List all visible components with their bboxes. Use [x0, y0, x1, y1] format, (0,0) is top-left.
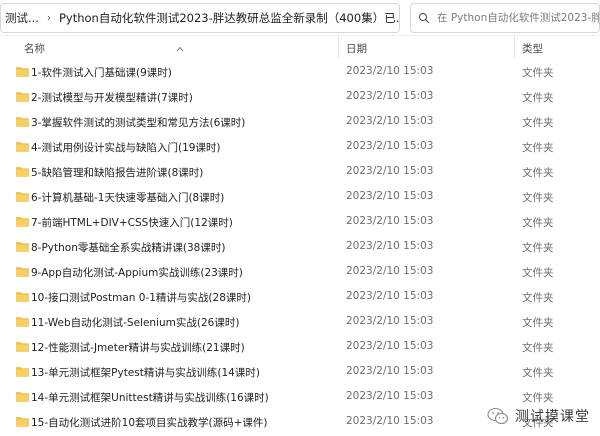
folder-icon — [16, 142, 29, 152]
folder-icon — [16, 392, 29, 402]
column-divider[interactable] — [514, 36, 515, 58]
search-input[interactable] — [437, 12, 599, 24]
file-type: 文件夹 — [522, 317, 554, 329]
folder-icon — [16, 267, 29, 277]
folder-icon — [16, 192, 29, 202]
file-name: 9-App自动化测试-Appium实战训练(23课时) — [31, 267, 243, 279]
list-item[interactable]: 10-接口测试Postman 0-1精讲与实战(28课时) 2023/2/10 … — [0, 285, 600, 310]
file-type: 文件夹 — [522, 117, 554, 129]
file-date: 2023/2/10 15:03 — [346, 240, 434, 252]
column-header: 名称 日期 类型 — [0, 36, 600, 60]
list-item[interactable]: 8-Python零基础全系实战精讲课(38课时) 2023/2/10 15:03… — [0, 235, 600, 260]
breadcrumb-parent[interactable]: 测试... — [1, 10, 41, 26]
list-item[interactable]: 6-计算机基础-1天快速零基础入门(8课时) 2023/2/10 15:03 文… — [0, 185, 600, 210]
file-name: 8-Python零基础全系实战精讲课(38课时) — [31, 242, 226, 254]
file-name: 11-Web自动化测试-Selenium实战(26课时) — [31, 317, 240, 329]
folder-icon — [16, 242, 29, 252]
breadcrumb-current[interactable]: Python自动化软件测试2023-胖达教研总监全新录制（400集）已... — [57, 10, 399, 26]
file-name: 1-软件测试入门基础课(9课时) — [31, 67, 172, 79]
file-type: 文件夹 — [522, 192, 554, 204]
file-name: 5-缺陷管理和缺陷报告进阶课(8课时) — [31, 167, 204, 179]
file-date: 2023/2/10 15:03 — [346, 390, 434, 402]
file-date: 2023/2/10 15:03 — [346, 65, 434, 77]
file-type: 文件夹 — [522, 142, 554, 154]
file-date: 2023/2/10 15:03 — [346, 415, 434, 427]
column-name-header[interactable]: 名称 — [24, 41, 45, 56]
file-date: 2023/2/10 15:03 — [346, 340, 434, 352]
file-name: 10-接口测试Postman 0-1精讲与实战(28课时) — [31, 292, 251, 304]
folder-icon — [16, 217, 29, 227]
file-name: 2-测试模型与开发模型精讲(7课时) — [31, 92, 193, 104]
folder-icon — [16, 342, 29, 352]
file-type: 文件夹 — [522, 92, 554, 104]
column-divider[interactable] — [338, 36, 339, 58]
file-type: 文件夹 — [522, 267, 554, 279]
column-type-header[interactable]: 类型 — [522, 41, 543, 56]
file-date: 2023/2/10 15:03 — [346, 290, 434, 302]
watermark: 测试摸课堂 — [487, 406, 590, 426]
list-item[interactable]: 3-掌握软件测试的测试类型和常见方法(6课时) 2023/2/10 15:03 … — [0, 110, 600, 135]
list-item[interactable]: 11-Web自动化测试-Selenium实战(26课时) 2023/2/10 1… — [0, 310, 600, 335]
file-name: 14-单元测试框架Unittest精讲与实战训练(16课时) — [31, 392, 269, 404]
file-type: 文件夹 — [522, 67, 554, 79]
folder-icon — [16, 292, 29, 302]
file-date: 2023/2/10 15:03 — [346, 90, 434, 102]
file-name: 15-自动化测试进阶10套项目实战教学(源码+课件) — [31, 417, 268, 429]
file-type: 文件夹 — [522, 292, 554, 304]
top-bar: 测试... › Python自动化软件测试2023-胖达教研总监全新录制（400… — [0, 0, 600, 36]
file-date: 2023/2/10 15:03 — [346, 315, 434, 327]
wechat-icon — [487, 407, 509, 425]
file-type: 文件夹 — [522, 367, 554, 379]
folder-icon — [16, 117, 29, 127]
file-name: 6-计算机基础-1天快速零基础入门(8课时) — [31, 192, 225, 204]
file-name: 3-掌握软件测试的测试类型和常见方法(6课时) — [31, 117, 246, 129]
search-box[interactable] — [410, 3, 600, 33]
file-date: 2023/2/10 15:03 — [346, 190, 434, 202]
file-date: 2023/2/10 15:03 — [346, 115, 434, 127]
search-icon — [411, 4, 437, 32]
list-item[interactable]: 1-软件测试入门基础课(9课时) 2023/2/10 15:03 文件夹 — [0, 60, 600, 85]
folder-icon — [16, 167, 29, 177]
file-date: 2023/2/10 15:03 — [346, 215, 434, 227]
list-item[interactable]: 12-性能测试-Jmeter精讲与实战训练(21课时) 2023/2/10 15… — [0, 335, 600, 360]
file-date: 2023/2/10 15:03 — [346, 265, 434, 277]
list-item[interactable]: 2-测试模型与开发模型精讲(7课时) 2023/2/10 15:03 文件夹 — [0, 85, 600, 110]
sort-up-icon — [176, 37, 184, 56]
file-type: 文件夹 — [522, 342, 554, 354]
file-list: 1-软件测试入门基础课(9课时) 2023/2/10 15:03 文件夹 2-测… — [0, 60, 600, 435]
file-type: 文件夹 — [522, 167, 554, 179]
folder-icon — [16, 92, 29, 102]
file-name: 12-性能测试-Jmeter精讲与实战训练(21课时) — [31, 342, 245, 354]
list-item[interactable]: 4-测试用例设计实战与缺陷入门(19课时) 2023/2/10 15:03 文件… — [0, 135, 600, 160]
list-item[interactable]: 5-缺陷管理和缺陷报告进阶课(8课时) 2023/2/10 15:03 文件夹 — [0, 160, 600, 185]
folder-icon — [16, 417, 29, 427]
chevron-right-icon: › — [46, 12, 51, 24]
list-item[interactable]: 7-前端HTML+DIV+CSS快速入门(12课时) 2023/2/10 15:… — [0, 210, 600, 235]
file-name: 4-测试用例设计实战与缺陷入门(19课时) — [31, 142, 221, 154]
folder-icon — [16, 67, 29, 77]
list-item[interactable]: 13-单元测试框架Pytest精讲与实战训练(14课时) 2023/2/10 1… — [0, 360, 600, 385]
address-bar[interactable]: 测试... › Python自动化软件测试2023-胖达教研总监全新录制（400… — [0, 3, 400, 33]
list-item[interactable]: 9-App自动化测试-Appium实战训练(23课时) 2023/2/10 15… — [0, 260, 600, 285]
file-type: 文件夹 — [522, 217, 554, 229]
file-name: 13-单元测试框架Pytest精讲与实战训练(14课时) — [31, 367, 260, 379]
file-date: 2023/2/10 15:03 — [346, 165, 434, 177]
file-type: 文件夹 — [522, 392, 554, 404]
file-type: 文件夹 — [522, 242, 554, 254]
watermark-text: 测试摸课堂 — [515, 409, 590, 425]
folder-icon — [16, 367, 29, 377]
file-date: 2023/2/10 15:03 — [346, 140, 434, 152]
file-date: 2023/2/10 15:03 — [346, 365, 434, 377]
column-date-header[interactable]: 日期 — [346, 41, 367, 56]
file-name: 7-前端HTML+DIV+CSS快速入门(12课时) — [31, 217, 233, 229]
folder-icon — [16, 317, 29, 327]
